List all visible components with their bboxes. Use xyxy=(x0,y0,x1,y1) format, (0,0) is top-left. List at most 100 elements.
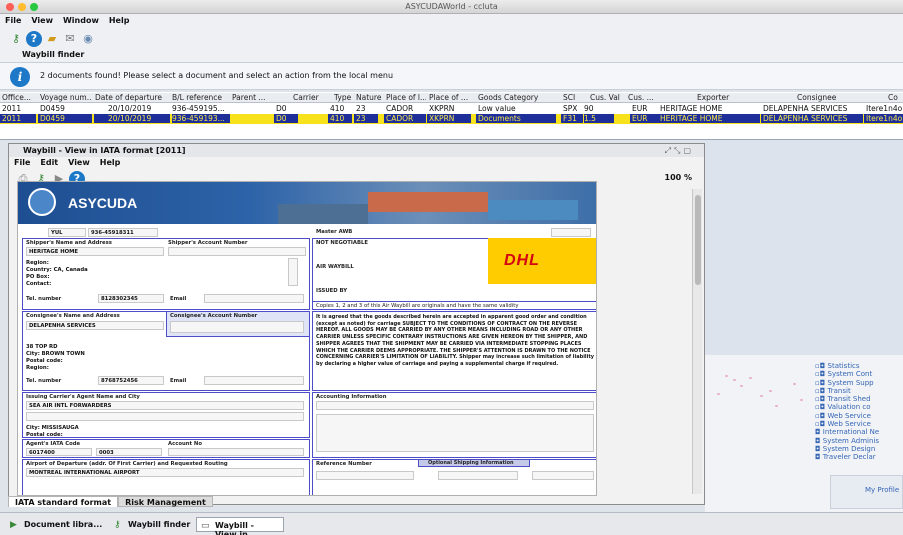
consignee-name: DELAPENHA SERVICES xyxy=(29,323,96,329)
col-voyage[interactable]: Voyage num... xyxy=(40,93,92,102)
tree-item[interactable]: ◘ Traveler Declar xyxy=(815,453,903,461)
reference-field[interactable] xyxy=(316,471,414,480)
col-consignee[interactable]: Consignee xyxy=(797,93,857,102)
main-toolbar: ⚷ ? ▰ ✉ ◉ xyxy=(0,28,903,50)
cell-date: 20/10/2019 xyxy=(108,104,152,113)
accounting-field-2[interactable] xyxy=(316,414,594,452)
cell-consignee: DELAPENHA SERVICES xyxy=(763,104,848,113)
globe-icon[interactable]: ◉ xyxy=(80,31,96,47)
cell-voyage: D0459 xyxy=(40,104,65,113)
col-goods-category[interactable]: Goods Category xyxy=(478,93,543,102)
awb-prefix: YUL xyxy=(51,230,63,236)
col-office[interactable]: Office... xyxy=(2,93,36,102)
menu-view[interactable]: View xyxy=(26,14,58,25)
accounting-field-1[interactable] xyxy=(316,401,594,410)
col-bl-reference[interactable]: B/L reference xyxy=(172,93,230,102)
side-tree: ▫◘ Statistics ▫◘ System Cont ▫◘ System S… xyxy=(815,362,903,462)
consignee-address: 38 TOP RD xyxy=(26,344,58,350)
internal-menu-file[interactable]: File xyxy=(9,157,35,167)
col-place-unloading[interactable]: Place of ... xyxy=(429,93,469,102)
airport-field[interactable]: MONTREAL INTERNATIONAL AIRPORT xyxy=(26,468,304,477)
task-waybill-view[interactable]: ▭ Waybill - View in... xyxy=(196,517,284,535)
tree-item[interactable]: ◘ System Adminis xyxy=(815,437,903,445)
awb-number-field[interactable]: 936-45918311 xyxy=(88,228,158,237)
internal-menu-help[interactable]: Help xyxy=(95,157,126,167)
col-place-loading[interactable]: Place of l... xyxy=(386,93,426,102)
tree-item[interactable]: ▫◘ Statistics xyxy=(815,362,903,370)
shipper-name-field[interactable]: HERITAGE HOME xyxy=(26,247,164,256)
optional-shipping-field[interactable] xyxy=(438,471,518,480)
consignee-email-field[interactable] xyxy=(204,376,304,385)
consignee-account-field[interactable] xyxy=(170,321,304,333)
internal-menu-edit[interactable]: Edit xyxy=(35,157,63,167)
awb-prefix-field[interactable]: YUL xyxy=(48,228,86,237)
tree-item[interactable]: ▫◘ System Supp xyxy=(815,379,903,387)
col-parent[interactable]: Parent ... xyxy=(232,93,272,102)
window-controls-icon[interactable]: ⤢⤡▢ xyxy=(665,146,694,156)
cell-office: 2011 xyxy=(2,104,22,113)
info-message: 2 documents found! Please select a docum… xyxy=(40,71,394,80)
mail-icon[interactable]: ✉ xyxy=(62,31,78,47)
key-icon[interactable]: ⚷ xyxy=(8,31,24,47)
cell-place-loading: CADOR xyxy=(384,114,426,123)
tree-item[interactable]: ▫◘ Web Service xyxy=(815,412,903,420)
task-document-library[interactable]: ▶ Document libra... xyxy=(6,517,108,532)
tab-risk-management[interactable]: Risk Management xyxy=(118,496,213,507)
airport-name: MONTREAL INTERNATIONAL AIRPORT xyxy=(29,470,140,476)
shipper-tel: 8128302345 xyxy=(101,296,138,302)
shipper-scrollbar[interactable] xyxy=(288,258,298,286)
col-cus-currency[interactable]: Cus. ... xyxy=(628,93,658,102)
account-no-label: Account No xyxy=(168,441,203,447)
menu-help[interactable]: Help xyxy=(104,14,135,25)
tree-item[interactable]: ▫◘ Transit xyxy=(815,387,903,395)
cell-bl-reference: 936-459193... xyxy=(172,114,230,123)
document-scrollbar[interactable] xyxy=(692,189,702,494)
table-row[interactable]: 2011 D0459 20/10/2019 936-459195... D0 4… xyxy=(0,104,903,114)
menu-window[interactable]: Window xyxy=(58,14,104,25)
table-row-selected[interactable]: 2011 D0459 20/10/2019 936-459193... D0 4… xyxy=(0,114,903,124)
shipper-account-label: Shipper's Account Number xyxy=(168,240,248,246)
col-sci[interactable]: SCI xyxy=(563,93,581,102)
folder-icon[interactable]: ▰ xyxy=(44,31,60,47)
tree-item[interactable]: ▫◘ Web Service xyxy=(815,420,903,428)
col-departure-date[interactable]: Date of departure xyxy=(95,93,169,102)
iata-code-field[interactable]: 6017400 xyxy=(26,448,92,456)
optional-shipping-label: Optional Shipping Information xyxy=(428,460,514,466)
shipper-tel-field[interactable]: 8128302345 xyxy=(98,294,164,303)
tree-item[interactable]: ◘ System Design xyxy=(815,445,903,453)
col-exporter[interactable]: Exporter xyxy=(697,93,757,102)
asycuda-banner: ASYCUDA xyxy=(18,182,596,224)
internal-menu-view[interactable]: View xyxy=(63,157,95,167)
zoom-level[interactable]: 100 % xyxy=(665,173,693,182)
iata-code2-field[interactable]: 0003 xyxy=(96,448,162,456)
consignee-name-field[interactable]: DELAPENHA SERVICES xyxy=(26,321,164,330)
task-waybill-finder[interactable]: ⚷ Waybill finder xyxy=(110,517,196,532)
airport-label: Airport of Departure (addr. Of First Car… xyxy=(26,461,228,467)
tree-item[interactable]: ▫◘ Transit Shed xyxy=(815,395,903,403)
tree-item[interactable]: ◘ International Ne xyxy=(815,428,903,436)
tab-iata-standard-format[interactable]: IATA standard format xyxy=(8,496,119,507)
col-carrier[interactable]: Carrier xyxy=(293,93,323,102)
document-scroll-thumb[interactable] xyxy=(695,195,701,285)
optional-shipping-field-2[interactable] xyxy=(532,471,594,480)
my-profile-button[interactable]: My Profile xyxy=(830,475,903,509)
agent-name-field[interactable]: SEA AIR INTL FORWARDERS xyxy=(26,401,304,410)
col-nature[interactable]: Nature xyxy=(356,93,384,102)
agent-extra-field[interactable] xyxy=(26,412,304,421)
help-icon[interactable]: ? xyxy=(26,31,42,47)
dhl-logo: DHL xyxy=(488,238,596,284)
tree-item[interactable]: ▫◘ System Cont xyxy=(815,370,903,378)
table-header: Office... Voyage num... Date of departur… xyxy=(0,93,903,103)
menu-file[interactable]: File xyxy=(0,14,26,25)
col-type[interactable]: Type xyxy=(334,93,354,102)
col-cus-val[interactable]: Cus. Val xyxy=(590,93,625,102)
shipper-email-field[interactable] xyxy=(204,294,304,303)
issued-by-label: ISSUED BY xyxy=(316,288,348,294)
consignee-tel-field[interactable]: 8768752456 xyxy=(98,376,164,385)
col-co[interactable]: Co xyxy=(888,93,903,102)
conditions-text: It is agreed that the goods described he… xyxy=(316,314,594,367)
account-no-field[interactable] xyxy=(168,448,304,456)
master-awb-field[interactable] xyxy=(551,228,591,237)
shipper-account-field[interactable] xyxy=(168,247,306,256)
tree-item[interactable]: ▫◘ Valuation co xyxy=(815,403,903,411)
